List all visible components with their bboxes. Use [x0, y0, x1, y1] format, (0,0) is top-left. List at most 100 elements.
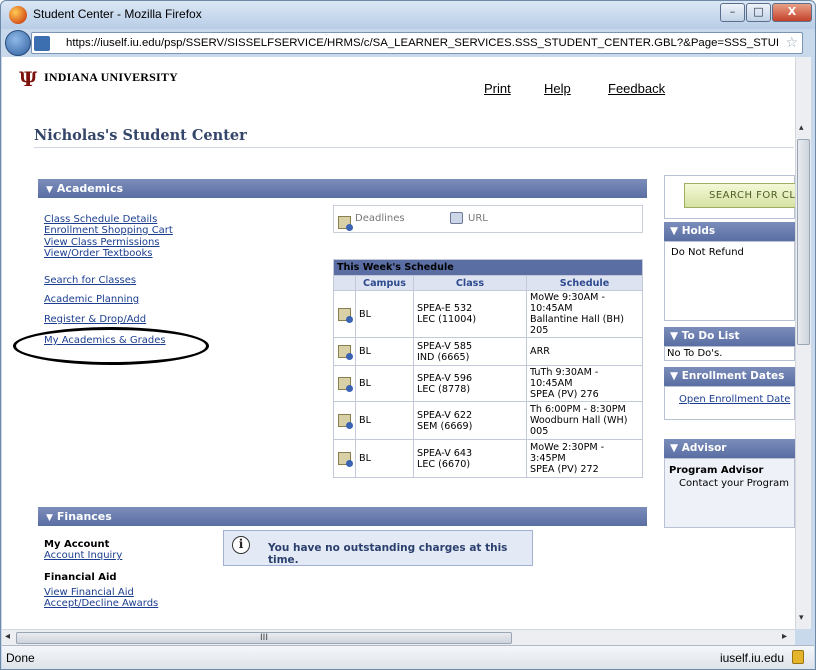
url-link[interactable]: URL — [468, 213, 488, 224]
class-cell-line: LEC (6670) — [417, 458, 471, 470]
schedule-cell-line: SPEA (PV) 276 — [530, 389, 599, 400]
schedule-cell-line: 10:45AM — [530, 378, 573, 389]
class-cell-line: SEM (6669) — [417, 420, 473, 432]
my-account-label: My Account — [44, 539, 110, 550]
class-detail-icon-cell[interactable] — [333, 365, 356, 402]
deadlines-icon[interactable] — [338, 212, 353, 231]
scroll-right-arrow-icon[interactable]: ▸ — [782, 631, 787, 642]
charges-message-box: i You have no outstanding charges at thi… — [223, 530, 533, 566]
schedule-cell: ARR — [526, 337, 643, 366]
status-text: Done — [6, 651, 35, 665]
campus-cell: BL — [355, 439, 414, 478]
schedule-cell-line: Woodburn Hall (WH) — [530, 415, 628, 426]
class-detail-icon[interactable] — [338, 377, 353, 392]
advisor-contact-text: Contact your Program — [679, 478, 789, 489]
vertical-scrollbar[interactable]: ▴ ▾ — [795, 57, 811, 629]
class-detail-icon[interactable] — [338, 452, 353, 467]
bookmark-star-icon[interactable]: ☆ — [785, 35, 798, 51]
maximize-button[interactable]: □ — [746, 3, 771, 22]
schedule-cell-line: 3:45PM — [530, 453, 566, 464]
schedule-cell: TuTh 9:30AM -10:45AM SPEA (PV) 276 — [526, 365, 643, 402]
class-detail-icon[interactable] — [338, 345, 353, 360]
schedule-cell-line: MoWe 2:30PM - — [530, 442, 605, 453]
browser-window: Student Center - Mozilla Firefox – □ X h… — [0, 0, 816, 670]
class-cell: SPEA-V 643 LEC (6670) — [413, 439, 527, 478]
feedback-link[interactable]: Feedback — [608, 81, 665, 96]
deadlines-link[interactable]: Deadlines — [355, 213, 405, 224]
financial-aid-label: Financial Aid — [44, 572, 117, 583]
campus-cell: BL — [355, 337, 414, 366]
program-advisor-title: Program Advisor — [669, 465, 764, 476]
class-cell-line: SPEA-V 622 — [417, 409, 473, 421]
help-link[interactable]: Help — [544, 81, 571, 96]
accept-decline-awards-link[interactable]: Accept/Decline Awards — [44, 598, 158, 609]
class-cell-line: SPEA-E 532 — [417, 303, 473, 314]
class-schedule-details-link[interactable]: Class Schedule Details — [44, 214, 157, 225]
schedule-body: BL SPEA-E 532 LEC (11004) MoWe 9:30AM -10:4… — [333, 290, 643, 478]
class-detail-icon-cell[interactable] — [333, 439, 356, 478]
register-drop-add-link[interactable]: Register & Drop/Add — [44, 314, 146, 325]
site-identity-icon[interactable] — [34, 36, 50, 51]
page-title: Nicholas's Student Center — [34, 127, 247, 144]
schedule-cell: MoWe 2:30PM -3:45PM SPEA (PV) 272 — [526, 439, 643, 478]
schedule-row: BL SPEA-E 532 LEC (11004) MoWe 9:30AM -10:4… — [333, 290, 643, 338]
class-cell-line: SPEA-V 643 — [417, 447, 473, 459]
collapse-triangle-icon[interactable]: ▼ — [670, 225, 682, 237]
class-detail-icon-cell[interactable] — [333, 401, 356, 440]
holds-header[interactable]: ▼ Holds — [664, 222, 795, 241]
class-detail-icon-cell[interactable] — [333, 290, 356, 338]
view-financial-aid-link[interactable]: View Financial Aid — [44, 587, 134, 598]
url-text[interactable]: https://iuself.iu.edu/psp/SSERV/SISSELFS… — [66, 37, 778, 49]
holds-header-label: Holds — [681, 225, 716, 237]
enrollment-dates-header[interactable]: ▼ Enrollment Dates — [664, 367, 795, 386]
view-class-permissions-link[interactable]: View Class Permissions — [44, 237, 160, 248]
schedule-cell: MoWe 9:30AM -10:45AM Ballantine Hall (BH)… — [526, 290, 643, 338]
title-bar[interactable]: Student Center - Mozilla Firefox – □ X — [1, 1, 815, 29]
finances-header[interactable]: ▼ Finances — [38, 507, 647, 526]
academic-planning-link[interactable]: Academic Planning — [44, 294, 139, 305]
collapse-triangle-icon[interactable]: ▼ — [670, 442, 682, 454]
schedule-cell: Th 6:00PM - 8:30PM Woodburn Hall (WH) 005 — [526, 401, 643, 440]
enrollment-shopping-cart-link[interactable]: Enrollment Shopping Cart — [44, 225, 173, 236]
horizontal-scrollbar[interactable]: ◂ III ▸ — [2, 629, 795, 645]
schedule-cell-line: Ballantine Hall (BH) — [530, 314, 624, 325]
vertical-scroll-thumb[interactable] — [797, 139, 810, 345]
print-link[interactable]: Print — [484, 81, 511, 96]
holds-item: Do Not Refund — [671, 247, 744, 258]
iu-trident-logo: Ψ — [19, 67, 38, 91]
academics-header[interactable]: ▼ Academics — [38, 179, 647, 198]
padlock-icon[interactable] — [792, 650, 804, 664]
class-detail-icon-cell[interactable] — [333, 337, 356, 366]
class-cell: SPEA-V 596 LEC (8778) — [413, 365, 527, 402]
horizontal-scroll-thumb[interactable]: III — [16, 632, 512, 644]
scroll-down-arrow-icon[interactable]: ▾ — [799, 613, 804, 623]
class-detail-icon[interactable] — [338, 414, 353, 429]
close-button[interactable]: X — [772, 3, 812, 22]
status-bar: Done iuself.iu.edu — [2, 645, 814, 669]
account-inquiry-link[interactable]: Account Inquiry — [44, 550, 122, 561]
advisor-header[interactable]: ▼ Advisor — [664, 439, 795, 458]
campus-cell: BL — [355, 401, 414, 440]
view-order-textbooks-link[interactable]: View/Order Textbooks — [44, 248, 153, 259]
search-for-classes-link[interactable]: Search for Classes — [44, 275, 136, 286]
todo-header[interactable]: ▼ To Do List — [664, 327, 795, 346]
collapse-triangle-icon[interactable]: ▼ — [670, 370, 682, 382]
collapse-triangle-icon[interactable]: ▼ — [46, 185, 53, 195]
class-cell: SPEA-V 622 SEM (6669) — [413, 401, 527, 440]
schedule-cell-line: ARR — [530, 346, 550, 357]
url-icon[interactable] — [450, 212, 463, 224]
minimize-button[interactable]: – — [720, 3, 745, 22]
scroll-left-arrow-icon[interactable]: ◂ — [5, 631, 10, 642]
collapse-triangle-icon[interactable]: ▼ — [46, 513, 53, 523]
search-for-classes-button[interactable]: SEARCH FOR CLA — [684, 183, 795, 208]
scroll-up-arrow-icon[interactable]: ▴ — [799, 123, 804, 133]
open-enrollment-dates-link[interactable]: Open Enrollment Date — [679, 394, 790, 405]
schedule-row: BL SPEA-V 596 LEC (8778) TuTh 9:30AM -10:45… — [333, 365, 643, 402]
schedule-caption: This Week's Schedule — [333, 259, 643, 276]
class-detail-icon[interactable] — [338, 307, 353, 323]
collapse-triangle-icon[interactable]: ▼ — [670, 330, 682, 342]
icon-column-header — [333, 275, 356, 291]
address-bar[interactable]: https://iuself.iu.edu/psp/SSERV/SISSELFS… — [31, 32, 803, 54]
class-cell-line: SPEA-V 596 — [417, 372, 473, 384]
back-button[interactable] — [5, 30, 31, 56]
